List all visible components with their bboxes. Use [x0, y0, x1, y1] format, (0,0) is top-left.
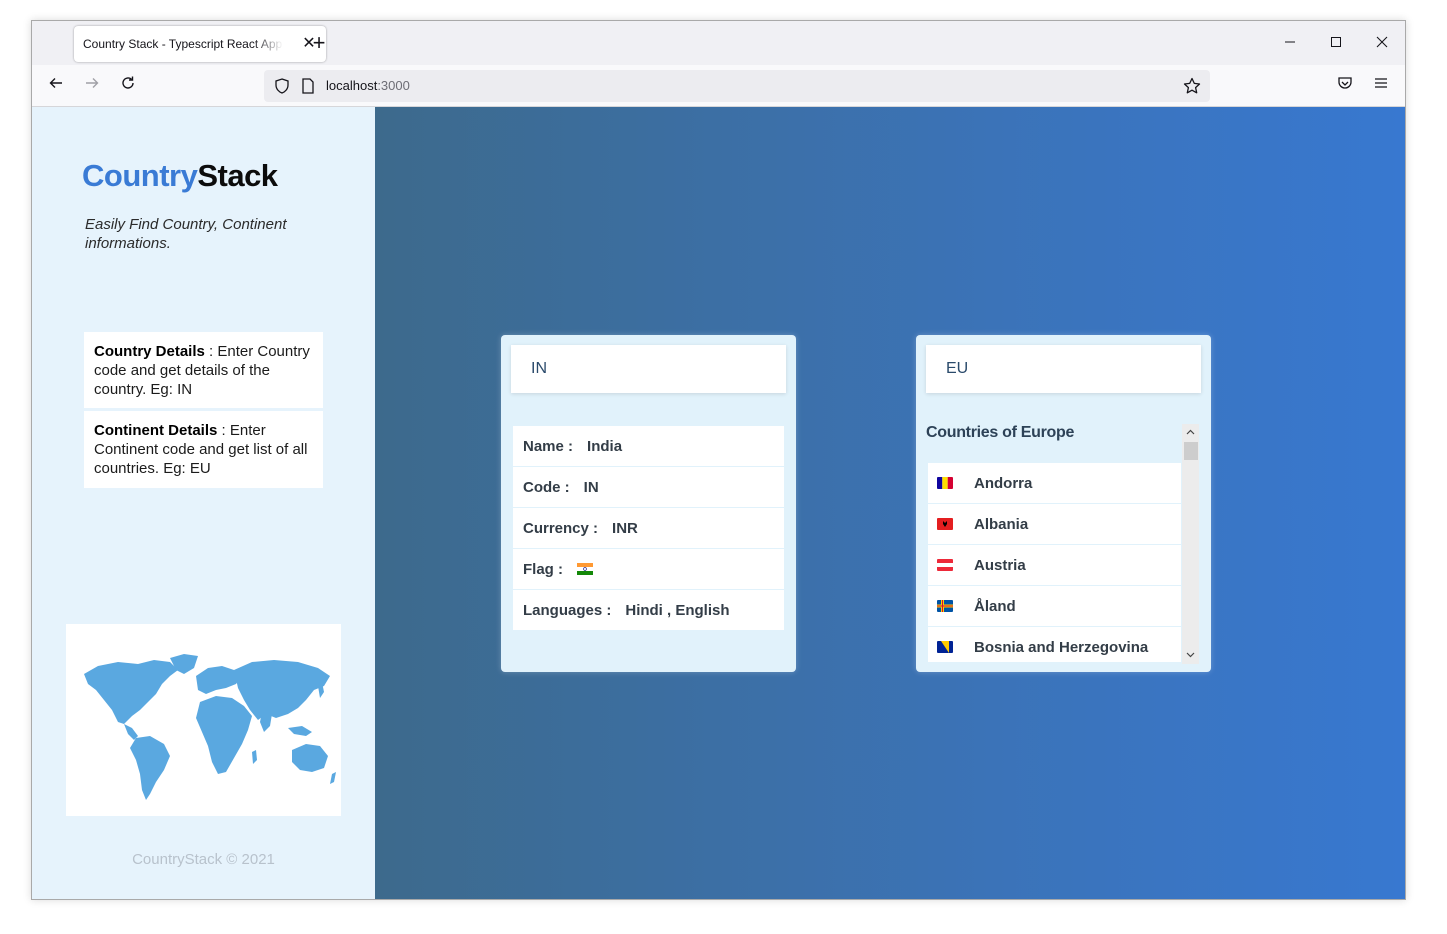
app-logo: CountryStack — [82, 158, 278, 193]
navigation-bar: localhost:3000 — [32, 65, 1405, 107]
info-continent-details: Continent Details : Enter Continent code… — [84, 411, 323, 488]
url-text[interactable]: localhost:3000 — [326, 78, 410, 93]
detail-row-code: Code : IN — [513, 467, 784, 507]
continent-code-input[interactable] — [926, 345, 1201, 393]
minimize-icon — [1285, 41, 1295, 43]
bosnia-flag-icon — [937, 641, 953, 653]
world-map-icon — [84, 654, 336, 800]
scroll-up-icon[interactable] — [1182, 424, 1199, 441]
list-item: Austria — [928, 545, 1181, 585]
reload-icon — [122, 76, 134, 89]
tab-title: Country Stack - Typescript React App — [83, 37, 283, 51]
list-item: Åland — [928, 586, 1181, 626]
browser-window: Country Stack - Typescript React App ✕ +… — [31, 20, 1406, 900]
country-details-card: Name : India Code : IN Currency : INR Fl… — [501, 335, 796, 672]
shield-icon[interactable] — [272, 76, 292, 96]
footer-copyright: CountryStack © 2021 — [132, 851, 275, 868]
forward-button[interactable] — [80, 74, 104, 98]
sidebar: CountryStack Easily Find Country, Contin… — [32, 107, 375, 899]
world-map-image — [66, 624, 341, 816]
pocket-icon — [1338, 77, 1352, 89]
continent-countries-title: Countries of Europe — [926, 424, 1075, 441]
austria-flag-icon — [937, 559, 953, 571]
list-item: Andorra — [928, 463, 1181, 503]
page-content: CountryStack Easily Find Country, Contin… — [32, 107, 1405, 899]
scroll-down-icon[interactable] — [1182, 647, 1199, 664]
browser-tab[interactable]: Country Stack - Typescript React App ✕ — [74, 26, 326, 62]
aland-flag-icon — [937, 600, 953, 612]
back-button[interactable] — [44, 74, 68, 98]
forward-arrow-icon — [86, 78, 99, 88]
maximize-icon — [1331, 37, 1341, 47]
detail-row-currency: Currency : INR — [513, 508, 784, 548]
albania-flag-icon — [937, 518, 953, 530]
info-country-details: Country Details : Enter Country code and… — [84, 332, 323, 408]
tab-strip: Country Stack - Typescript React App ✕ + — [32, 21, 1405, 65]
close-window-button[interactable] — [1370, 33, 1394, 55]
india-flag-icon — [577, 563, 593, 575]
continent-countries-list[interactable]: Andorra Albania Austria Åland Bosnia and… — [928, 463, 1181, 662]
list-item: Albania — [928, 504, 1181, 544]
detail-row-languages: Languages : Hindi , English — [513, 590, 784, 630]
country-code-input[interactable] — [511, 345, 786, 393]
andorra-flag-icon — [937, 477, 953, 489]
close-icon — [1376, 36, 1388, 48]
minimize-button[interactable] — [1278, 33, 1302, 55]
hamburger-menu-icon — [1375, 78, 1387, 88]
main-area: Name : India Code : IN Currency : INR Fl… — [375, 107, 1405, 899]
menu-button[interactable] — [1369, 74, 1393, 98]
back-arrow-icon — [49, 78, 62, 88]
scrollbar-thumb[interactable] — [1184, 442, 1198, 460]
page-icon[interactable] — [300, 77, 316, 95]
bookmark-star-icon[interactable] — [1182, 76, 1202, 96]
new-tab-button[interactable]: + — [308, 32, 330, 55]
maximize-button[interactable] — [1324, 33, 1348, 55]
tagline: Easily Find Country, Continent informati… — [85, 216, 287, 252]
pocket-button[interactable] — [1333, 74, 1357, 98]
country-details-list: Name : India Code : IN Currency : INR Fl… — [513, 426, 784, 631]
reload-button[interactable] — [116, 74, 140, 98]
detail-row-flag: Flag : — [513, 549, 784, 589]
detail-row-name: Name : India — [513, 426, 784, 466]
url-bar[interactable]: localhost:3000 — [264, 70, 1210, 102]
list-item: Bosnia and Herzegovina — [928, 627, 1181, 662]
continent-details-card: Countries of Europe Andorra Albania — [916, 335, 1211, 672]
countries-scrollbar[interactable] — [1182, 424, 1199, 664]
